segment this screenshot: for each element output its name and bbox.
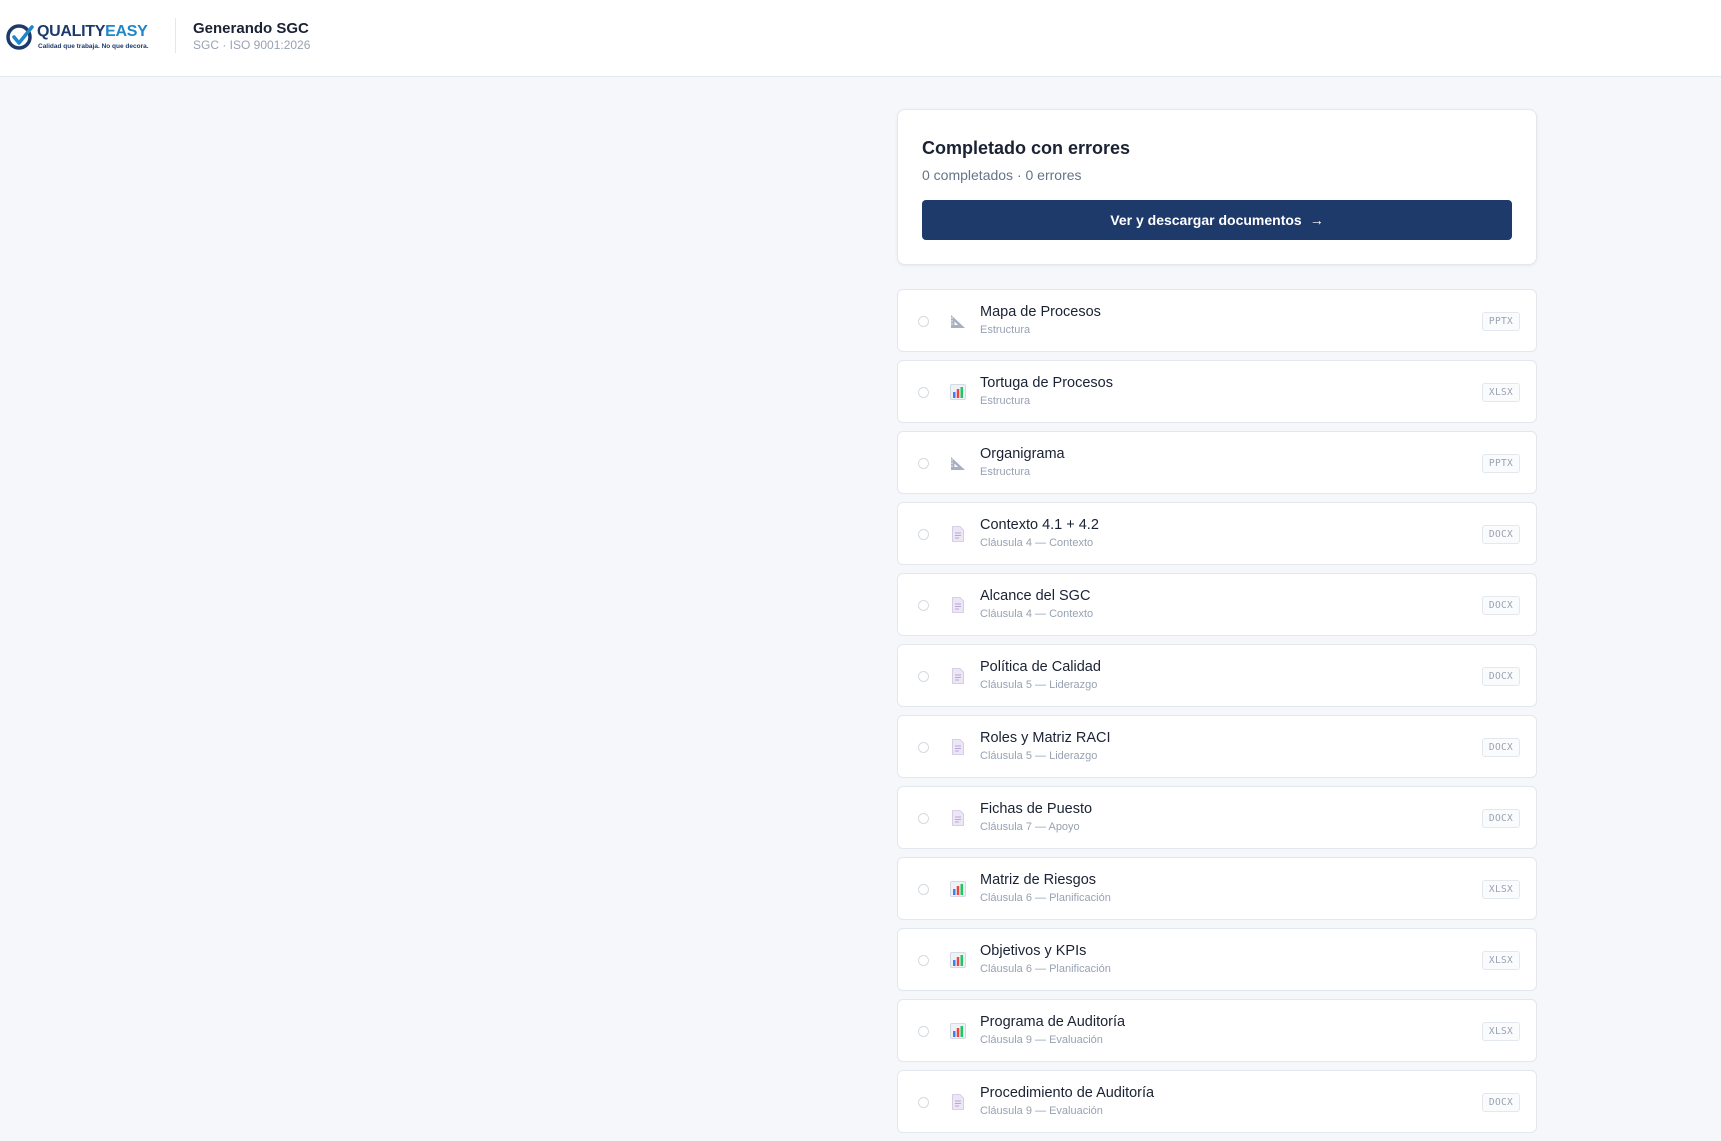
page-title: Generando SGC [193, 20, 309, 37]
generation-status-card: Completado con errores 0 completados · 0… [897, 109, 1537, 265]
document-category: Cláusula 4 — Contexto [980, 608, 1094, 620]
document-name: Matriz de Riesgos [980, 872, 1097, 888]
status-radio[interactable] [918, 742, 929, 753]
status-radio[interactable] [918, 955, 929, 966]
document-item[interactable]: Política de Calidad Cláusula 5 — Liderazg… [897, 644, 1537, 707]
document-item[interactable]: Programa de Auditoría Cláusula 9 — Evalua… [897, 999, 1537, 1062]
document-name: Objetivos y KPIs [980, 943, 1087, 959]
file-type-badge: DOCX [1481, 738, 1520, 757]
status-title: Completado con errores [922, 138, 1131, 158]
view-download-button[interactable]: Ver y descargar documentos → [922, 200, 1512, 240]
file-type-badge: DOCX [1481, 525, 1520, 544]
document-item[interactable]: Procedimiento de Auditoría Cláusula 9 — E… [897, 1070, 1537, 1133]
arrow-right-icon: → [1309, 212, 1324, 228]
document-name: Política de Calidad [980, 659, 1101, 675]
status-radio[interactable] [918, 671, 929, 682]
document-name: Roles y Matriz RACI [980, 730, 1111, 746]
document-category: Estructura [980, 466, 1031, 478]
file-type-badge: PPTX [1481, 312, 1520, 331]
view-download-button-label: Ver y descargar documentos [1110, 212, 1302, 228]
document-item[interactable]: Fichas de Puesto Cláusula 7 — Apoyo DOCX [897, 786, 1537, 849]
file-type-badge: DOCX [1481, 667, 1520, 686]
document-item[interactable]: Organigrama Estructura PPTX [897, 431, 1537, 494]
status-radio[interactable] [918, 1097, 929, 1108]
document-icon [949, 667, 967, 685]
file-type-badge: DOCX [1481, 596, 1520, 615]
status-radio[interactable] [918, 600, 929, 611]
document-name: Fichas de Puesto [980, 801, 1093, 817]
status-radio[interactable] [918, 884, 929, 895]
status-counts: 0 completados · 0 errores [922, 167, 1082, 183]
document-item[interactable]: Objetivos y KPIs Cláusula 6 — Planificaci… [897, 928, 1537, 991]
document-name: Mapa de Procesos [980, 304, 1101, 320]
status-radio[interactable] [918, 529, 929, 540]
page-subtitle: SGC · ISO 9001:2026 [193, 38, 311, 52]
document-item[interactable]: Contexto 4.1 + 4.2 Cláusula 4 — Contexto D… [897, 502, 1537, 565]
document-icon [949, 525, 967, 543]
document-category: Cláusula 4 — Contexto [980, 537, 1094, 549]
document-item[interactable]: Tortuga de Procesos Estructura XLSX [897, 360, 1537, 423]
document-item[interactable]: Alcance del SGC Cláusula 4 — Contexto DOCX [897, 573, 1537, 636]
quality-easy-logo[interactable]: QUALITYEASY Calidad que trabaja. No que … [5, 20, 150, 54]
file-type-badge: XLSX [1481, 383, 1520, 402]
status-radio[interactable] [918, 458, 929, 469]
bar-chart-icon [949, 880, 967, 898]
document-category: Estructura [980, 395, 1031, 407]
bar-chart-icon [949, 1022, 967, 1040]
document-item[interactable]: Mapa de Procesos Estructura PPTX [897, 289, 1537, 352]
document-category: Cláusula 6 — Planificación [980, 963, 1111, 975]
file-type-badge: PPTX [1481, 454, 1520, 473]
logo-word-easy: EASY [105, 23, 148, 40]
document-name: Tortuga de Procesos [980, 375, 1113, 391]
document-category: Cláusula 5 — Liderazgo [980, 679, 1098, 691]
document-icon [949, 1093, 967, 1111]
status-radio[interactable] [918, 316, 929, 327]
status-radio[interactable] [918, 1026, 929, 1037]
file-type-badge: XLSX [1481, 880, 1520, 899]
check-shield-icon [6, 24, 34, 50]
bar-chart-icon [949, 951, 967, 969]
document-category: Cláusula 6 — Planificación [980, 892, 1111, 904]
document-name: Contexto 4.1 + 4.2 [980, 517, 1099, 533]
document-icon [949, 596, 967, 614]
file-type-badge: XLSX [1481, 1022, 1520, 1041]
status-radio[interactable] [918, 813, 929, 824]
document-name: Programa de Auditoría [980, 1014, 1126, 1030]
ruler-triangle-icon [949, 454, 967, 472]
document-category: Cláusula 9 — Evaluación [980, 1034, 1103, 1046]
document-icon [949, 809, 967, 827]
status-radio[interactable] [918, 387, 929, 398]
document-item[interactable]: Matriz de Riesgos Cláusula 6 — Planificac… [897, 857, 1537, 920]
bar-chart-icon [949, 383, 967, 401]
logo-tagline: Calidad que trabaja. No que decora. [38, 43, 149, 50]
ruler-triangle-icon [949, 312, 967, 330]
top-bar: QUALITYEASY Calidad que trabaja. No que … [0, 0, 1721, 77]
file-type-badge: DOCX [1481, 809, 1520, 828]
document-category: Cláusula 9 — Evaluación [980, 1105, 1103, 1117]
header-divider [175, 18, 176, 53]
logo-wordmark: QUALITYEASY [37, 23, 148, 41]
document-icon [949, 738, 967, 756]
logo-word-quality: QUALITY [37, 23, 106, 40]
document-name: Alcance del SGC [980, 588, 1091, 604]
file-type-badge: XLSX [1481, 951, 1520, 970]
file-type-badge: DOCX [1481, 1093, 1520, 1112]
document-category: Cláusula 7 — Apoyo [980, 821, 1080, 833]
document-item[interactable]: Roles y Matriz RACI Cláusula 5 — Liderazg… [897, 715, 1537, 778]
document-name: Procedimiento de Auditoría [980, 1085, 1155, 1101]
document-category: Cláusula 5 — Liderazgo [980, 750, 1098, 762]
document-category: Estructura [980, 324, 1031, 336]
document-name: Organigrama [980, 446, 1065, 462]
document-list: Mapa de Procesos Estructura PPTX Tortuga de… [897, 289, 1537, 1141]
